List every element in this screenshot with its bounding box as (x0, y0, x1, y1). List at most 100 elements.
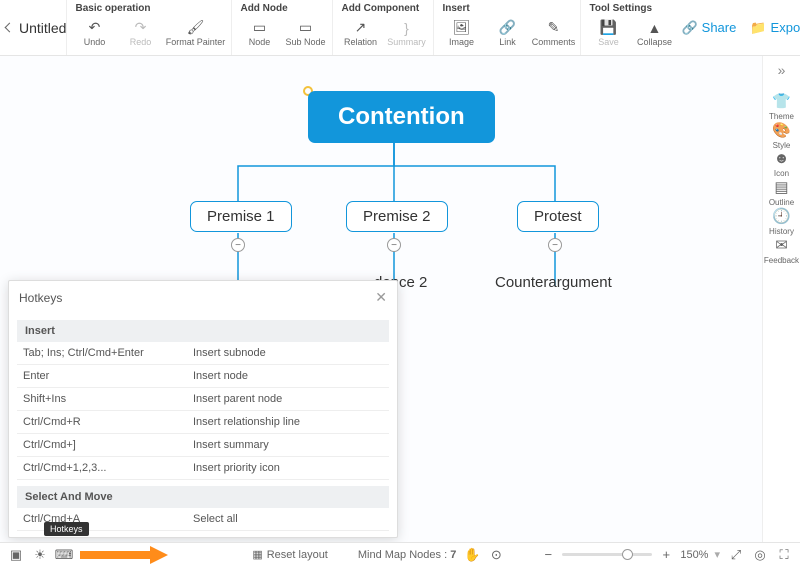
redo-button[interactable]: ↷Redo (119, 15, 161, 51)
btn-label: Image (449, 37, 474, 47)
btn-label: Redo (130, 37, 152, 47)
collapse-toggle[interactable]: − (231, 238, 245, 252)
format-painter-icon: 🖌 (187, 20, 203, 36)
group-header: Add Component (339, 0, 427, 15)
zoom-out-button[interactable]: − (540, 547, 556, 563)
theme-icon: 👕 (772, 92, 791, 110)
zoom-slider[interactable] (562, 553, 652, 556)
btn-label: Node (249, 37, 271, 47)
hotkey-row: Shift+InsInsert parent node (17, 388, 389, 411)
sidebar-history[interactable]: 🕘History (764, 207, 799, 236)
btn-label: Comments (532, 37, 576, 47)
status-bar: ▣ ☀ ⌨ ▦Reset layout Mind Map Nodes : 7 ✋… (0, 542, 800, 566)
hotkeys-list[interactable]: InsertTab; Ins; Ctrl/Cmd+EnterInsert sub… (9, 314, 397, 537)
group-header: Insert (440, 0, 574, 15)
group-header: Basic operation (73, 0, 225, 15)
zoom-level: 150% (680, 549, 708, 561)
btn-label: Format Painter (166, 37, 226, 47)
node-count: Mind Map Nodes : 7 (358, 549, 456, 561)
link-icon: 🔗 (499, 20, 515, 36)
node-icon: ▭ (251, 20, 267, 36)
zoom-control: − + 150% ▾ (540, 547, 720, 563)
undo-button[interactable]: ↶Undo (73, 15, 115, 51)
sidebar-theme[interactable]: 👕Theme (764, 92, 799, 121)
hotkey-section: Insert (17, 320, 389, 342)
link-button[interactable]: 🔗Link (486, 15, 528, 51)
summary-icon: } (398, 20, 414, 36)
theme-toggle-icon[interactable]: ☀ (32, 547, 48, 563)
save-button[interactable]: 💾Save (587, 15, 629, 51)
hotkey-section: Select And Move (17, 486, 389, 508)
hotkeys-title: Hotkeys (19, 291, 62, 305)
root-node[interactable]: Contention (308, 91, 495, 143)
hotkey-row: EnterInsert node (17, 365, 389, 388)
hotkey-row: Ctrl/Cmd+1,2,3...Insert priority icon (17, 457, 389, 480)
node-button[interactable]: ▭Node (238, 15, 280, 51)
hotkeys-panel: Hotkeys ✕ InsertTab; Ins; Ctrl/Cmd+Enter… (8, 280, 398, 538)
export-button[interactable]: 📁Export (750, 20, 800, 36)
node-premise-1[interactable]: Premise 1 (190, 201, 292, 232)
outline-icon: ▤ (774, 178, 788, 196)
format-painter-button[interactable]: 🖌Format Painter (165, 15, 225, 51)
keyboard-icon[interactable]: ⌨ (56, 547, 72, 563)
node-counterargument[interactable]: Counterargument (495, 274, 612, 291)
callout-arrow (80, 548, 170, 562)
btn-label: Link (499, 37, 516, 47)
collapse-button[interactable]: ▲Collapse (633, 15, 675, 51)
image-button[interactable]: 🖼Image (440, 15, 482, 51)
sidebar-collapse[interactable]: » (763, 62, 800, 82)
locate-icon[interactable]: ⊙ (488, 547, 504, 563)
btn-label: Collapse (637, 37, 672, 47)
node-protest[interactable]: Protest (517, 201, 599, 232)
fit-icon[interactable]: ⤢ (728, 547, 744, 563)
sub-node-icon: ▭ (297, 20, 313, 36)
fullscreen-icon[interactable]: ⛶ (776, 547, 792, 563)
btn-label: Undo (84, 37, 106, 47)
doc-title[interactable]: Untitled (13, 0, 66, 55)
reset-layout-button[interactable]: ▦Reset layout (252, 548, 328, 561)
btn-label: Save (598, 37, 619, 47)
icon-icon: ☻ (774, 150, 790, 167)
btn-label: Sub Node (285, 37, 325, 47)
hotkey-row: Ctrl/Cmd+]Insert summary (17, 434, 389, 457)
hotkey-row: Ctrl/Cmd+RInsert relationship line (17, 411, 389, 434)
layout-icon: ▦ (252, 548, 262, 561)
close-icon[interactable]: ✕ (375, 289, 387, 306)
sidebar-icon[interactable]: ☻Icon (764, 150, 799, 178)
btn-label: Relation (344, 37, 377, 47)
center-icon[interactable]: ◎ (752, 547, 768, 563)
image-icon: 🖼 (453, 20, 469, 36)
relation-icon: ↗ (352, 20, 368, 36)
comments-icon: ✎ (545, 20, 561, 36)
share-icon: 🔗 (681, 20, 697, 36)
btn-label: Summary (387, 37, 426, 47)
comments-button[interactable]: ✎Comments (532, 15, 574, 51)
group-header: Add Node (238, 0, 326, 15)
export-icon: 📁 (750, 20, 766, 36)
group-header: Tool Settings (587, 0, 675, 15)
sidebar-feedback[interactable]: ✉Feedback (764, 236, 799, 265)
collapse-toggle[interactable]: − (387, 238, 401, 252)
pan-icon[interactable]: ✋ (464, 547, 480, 563)
sidebar-style[interactable]: 🎨Style (764, 121, 799, 150)
top-toolbar: Untitled Basic operation↶Undo↷Redo🖌Forma… (0, 0, 800, 56)
share-button[interactable]: 🔗Share (681, 20, 736, 36)
feedback-icon: ✉ (775, 236, 788, 254)
sub-node-button[interactable]: ▭Sub Node (284, 15, 326, 51)
style-icon: 🎨 (772, 121, 791, 139)
zoom-in-button[interactable]: + (658, 547, 674, 563)
summary-button[interactable]: }Summary (385, 15, 427, 51)
history-icon: 🕘 (772, 207, 791, 225)
collapse-icon: ▲ (646, 20, 662, 36)
undo-icon: ↶ (86, 20, 102, 36)
back-button[interactable] (6, 0, 13, 55)
right-sidebar: » 👕Theme🎨Style☻Icon▤Outline🕘History✉Feed… (762, 56, 800, 542)
hotkey-row: Tab; Ins; Ctrl/Cmd+EnterInsert subnode (17, 342, 389, 365)
collapse-toggle[interactable]: − (548, 238, 562, 252)
redo-icon: ↷ (132, 20, 148, 36)
save-icon: 💾 (600, 20, 616, 36)
sidebar-outline[interactable]: ▤Outline (764, 178, 799, 207)
presentation-icon[interactable]: ▣ (8, 547, 24, 563)
node-premise-2[interactable]: Premise 2 (346, 201, 448, 232)
relation-button[interactable]: ↗Relation (339, 15, 381, 51)
